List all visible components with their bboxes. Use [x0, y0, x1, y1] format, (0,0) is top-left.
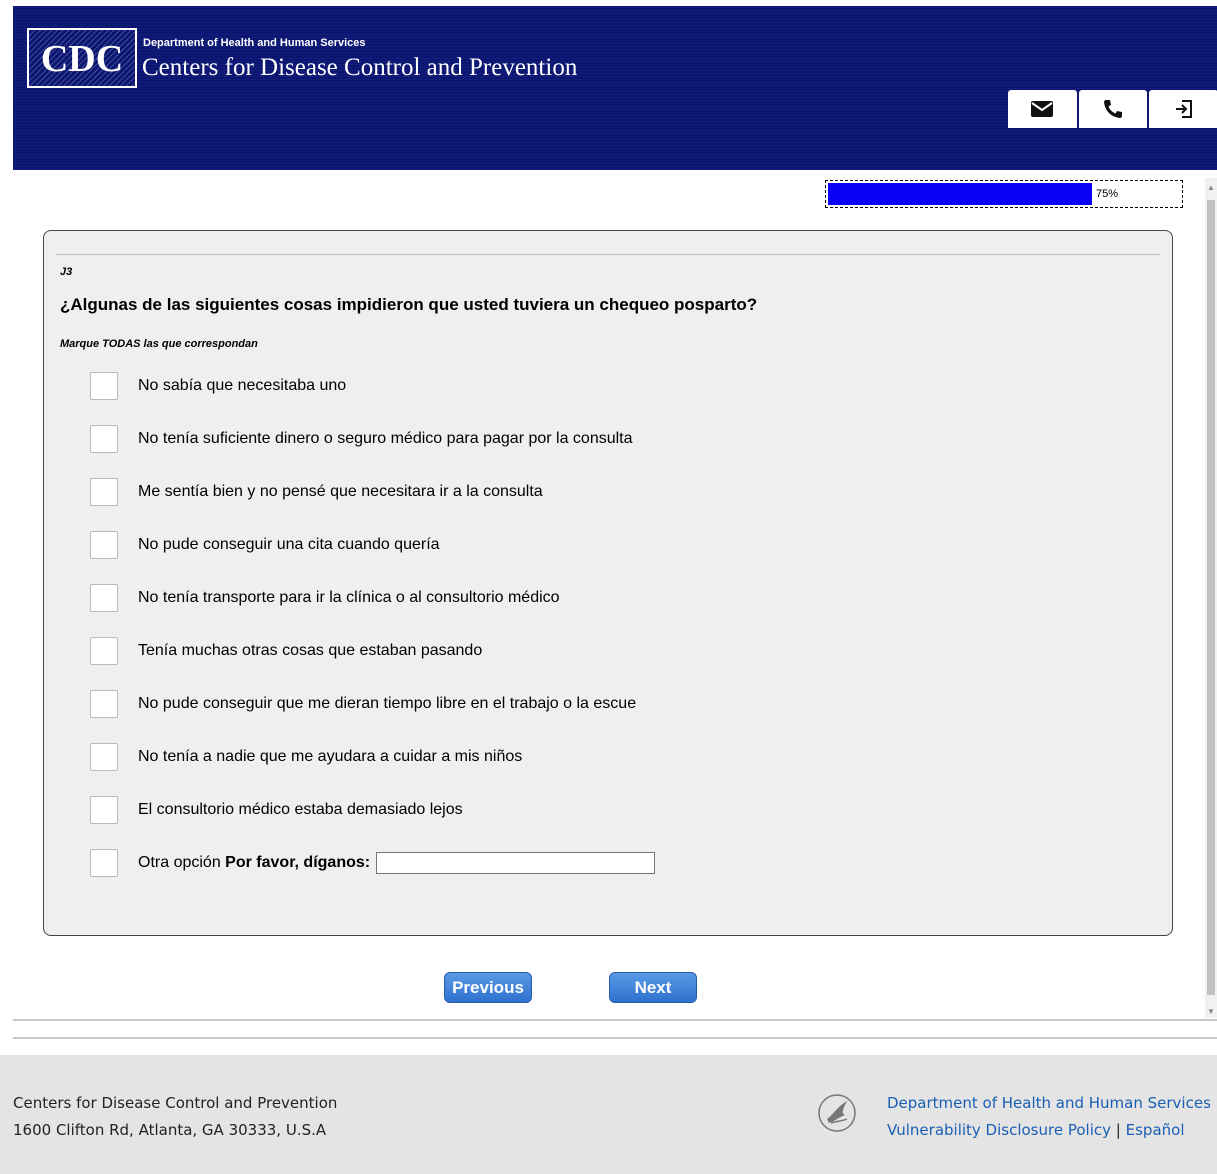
option-item: No pude conseguir una cita cuando quería: [90, 530, 440, 560]
option-label: No tenía suficiente dinero o seguro médi…: [138, 430, 633, 447]
option-checkbox[interactable]: [90, 584, 118, 612]
option-item: No pude conseguir que me dieran tiempo l…: [90, 689, 636, 719]
scroll-up-arrow-icon[interactable]: ▲: [1205, 182, 1217, 194]
option-label: No pude conseguir una cita cuando quería: [138, 536, 440, 553]
option-item: No tenía a nadie que me ayudara a cuidar…: [90, 742, 522, 772]
option-item: Tenía muchas otras cosas que estaban pas…: [90, 636, 482, 666]
progress-fill: [828, 183, 1092, 205]
option-label: El consultorio médico estaba demasiado l…: [138, 801, 463, 818]
option-item: No tenía transporte para ir la clínica o…: [90, 583, 560, 613]
option-checkbox[interactable]: [90, 425, 118, 453]
option-item: Me sentía bien y no pensé que necesitara…: [90, 477, 543, 507]
option-other-label: Otra opción Por favor, díganos:: [138, 854, 370, 872]
divider: [56, 254, 1160, 255]
question-panel: J3 ¿Algunas de las siguientes cosas impi…: [43, 230, 1173, 936]
site-footer: Centers for Disease Control and Preventi…: [0, 1055, 1217, 1174]
option-checkbox[interactable]: [90, 796, 118, 824]
email-button[interactable]: [1008, 90, 1077, 128]
option-label: No sabía que necesitaba uno: [138, 377, 347, 394]
option-item: No sabía que necesitaba uno: [90, 371, 346, 401]
cdc-logo-text: CDC: [41, 38, 123, 80]
link-separator: |: [1115, 1121, 1121, 1139]
option-checkbox[interactable]: [90, 531, 118, 559]
hhs-link[interactable]: Department of Health and Human Services: [887, 1094, 1211, 1112]
footer-links: Vulnerability Disclosure Policy | Españo…: [887, 1121, 1184, 1139]
cdc-logo[interactable]: CDC: [27, 28, 137, 88]
exit-button[interactable]: [1149, 90, 1217, 128]
phone-button[interactable]: [1078, 90, 1148, 128]
divider: [13, 1037, 1217, 1039]
question-text: ¿Algunas de las siguientes cosas impidie…: [60, 295, 758, 314]
envelope-icon: [1031, 101, 1054, 117]
option-label: No pude conseguir que me dieran tiempo l…: [138, 695, 637, 712]
option-checkbox[interactable]: [90, 478, 118, 506]
option-item: El consultorio médico estaba demasiado l…: [90, 795, 463, 825]
progress-label: 75%: [1096, 188, 1119, 200]
scroll-down-arrow-icon[interactable]: ▼: [1205, 1006, 1217, 1018]
next-button[interactable]: Next: [609, 972, 697, 1003]
espanol-link[interactable]: Español: [1126, 1121, 1185, 1139]
exit-icon: [1175, 100, 1192, 118]
scrollbar[interactable]: ▲ ▼: [1205, 178, 1217, 1018]
agency-name: Centers for Disease Control and Preventi…: [142, 54, 578, 81]
option-label: Me sentía bien y no pensé que necesitara…: [138, 483, 543, 500]
option-label: No tenía a nadie que me ayudara a cuidar…: [138, 748, 523, 765]
other-text-input[interactable]: [376, 852, 656, 874]
footer-address: 1600 Clifton Rd, Atlanta, GA 30333, U.S.…: [13, 1121, 327, 1139]
department-name: Department of Health and Human Services: [143, 37, 366, 49]
previous-button[interactable]: Previous: [444, 972, 532, 1003]
option-checkbox-other[interactable]: [90, 849, 118, 877]
scrollbar-thumb[interactable]: [1207, 200, 1215, 995]
footer-org-name: Centers for Disease Control and Preventi…: [13, 1094, 338, 1112]
option-checkbox[interactable]: [90, 372, 118, 400]
phone-icon: [1104, 100, 1122, 118]
option-checkbox[interactable]: [90, 743, 118, 771]
option-item: No tenía suficiente dinero o seguro médi…: [90, 424, 633, 454]
option-label: No tenía transporte para ir la clínica o…: [138, 589, 560, 606]
question-instruction: Marque TODAS las que correspondan: [60, 338, 258, 350]
progress-bar: 75%: [825, 180, 1183, 208]
option-checkbox[interactable]: [90, 637, 118, 665]
vulnerability-disclosure-link[interactable]: Vulnerability Disclosure Policy: [887, 1121, 1111, 1139]
site-header: CDC Department of Health and Human Servi…: [13, 6, 1217, 170]
header-actions: [1008, 90, 1217, 128]
question-id: J3: [60, 266, 73, 278]
hhs-eagle-icon: [817, 1093, 857, 1138]
option-label: Tenía muchas otras cosas que estaban pas…: [138, 642, 483, 659]
other-prompt: Por favor, díganos:: [225, 854, 371, 871]
divider: [13, 1019, 1217, 1021]
option-other: Otra opción Por favor, díganos:: [90, 848, 656, 878]
other-label: Otra opción: [138, 854, 221, 871]
option-checkbox[interactable]: [90, 690, 118, 718]
